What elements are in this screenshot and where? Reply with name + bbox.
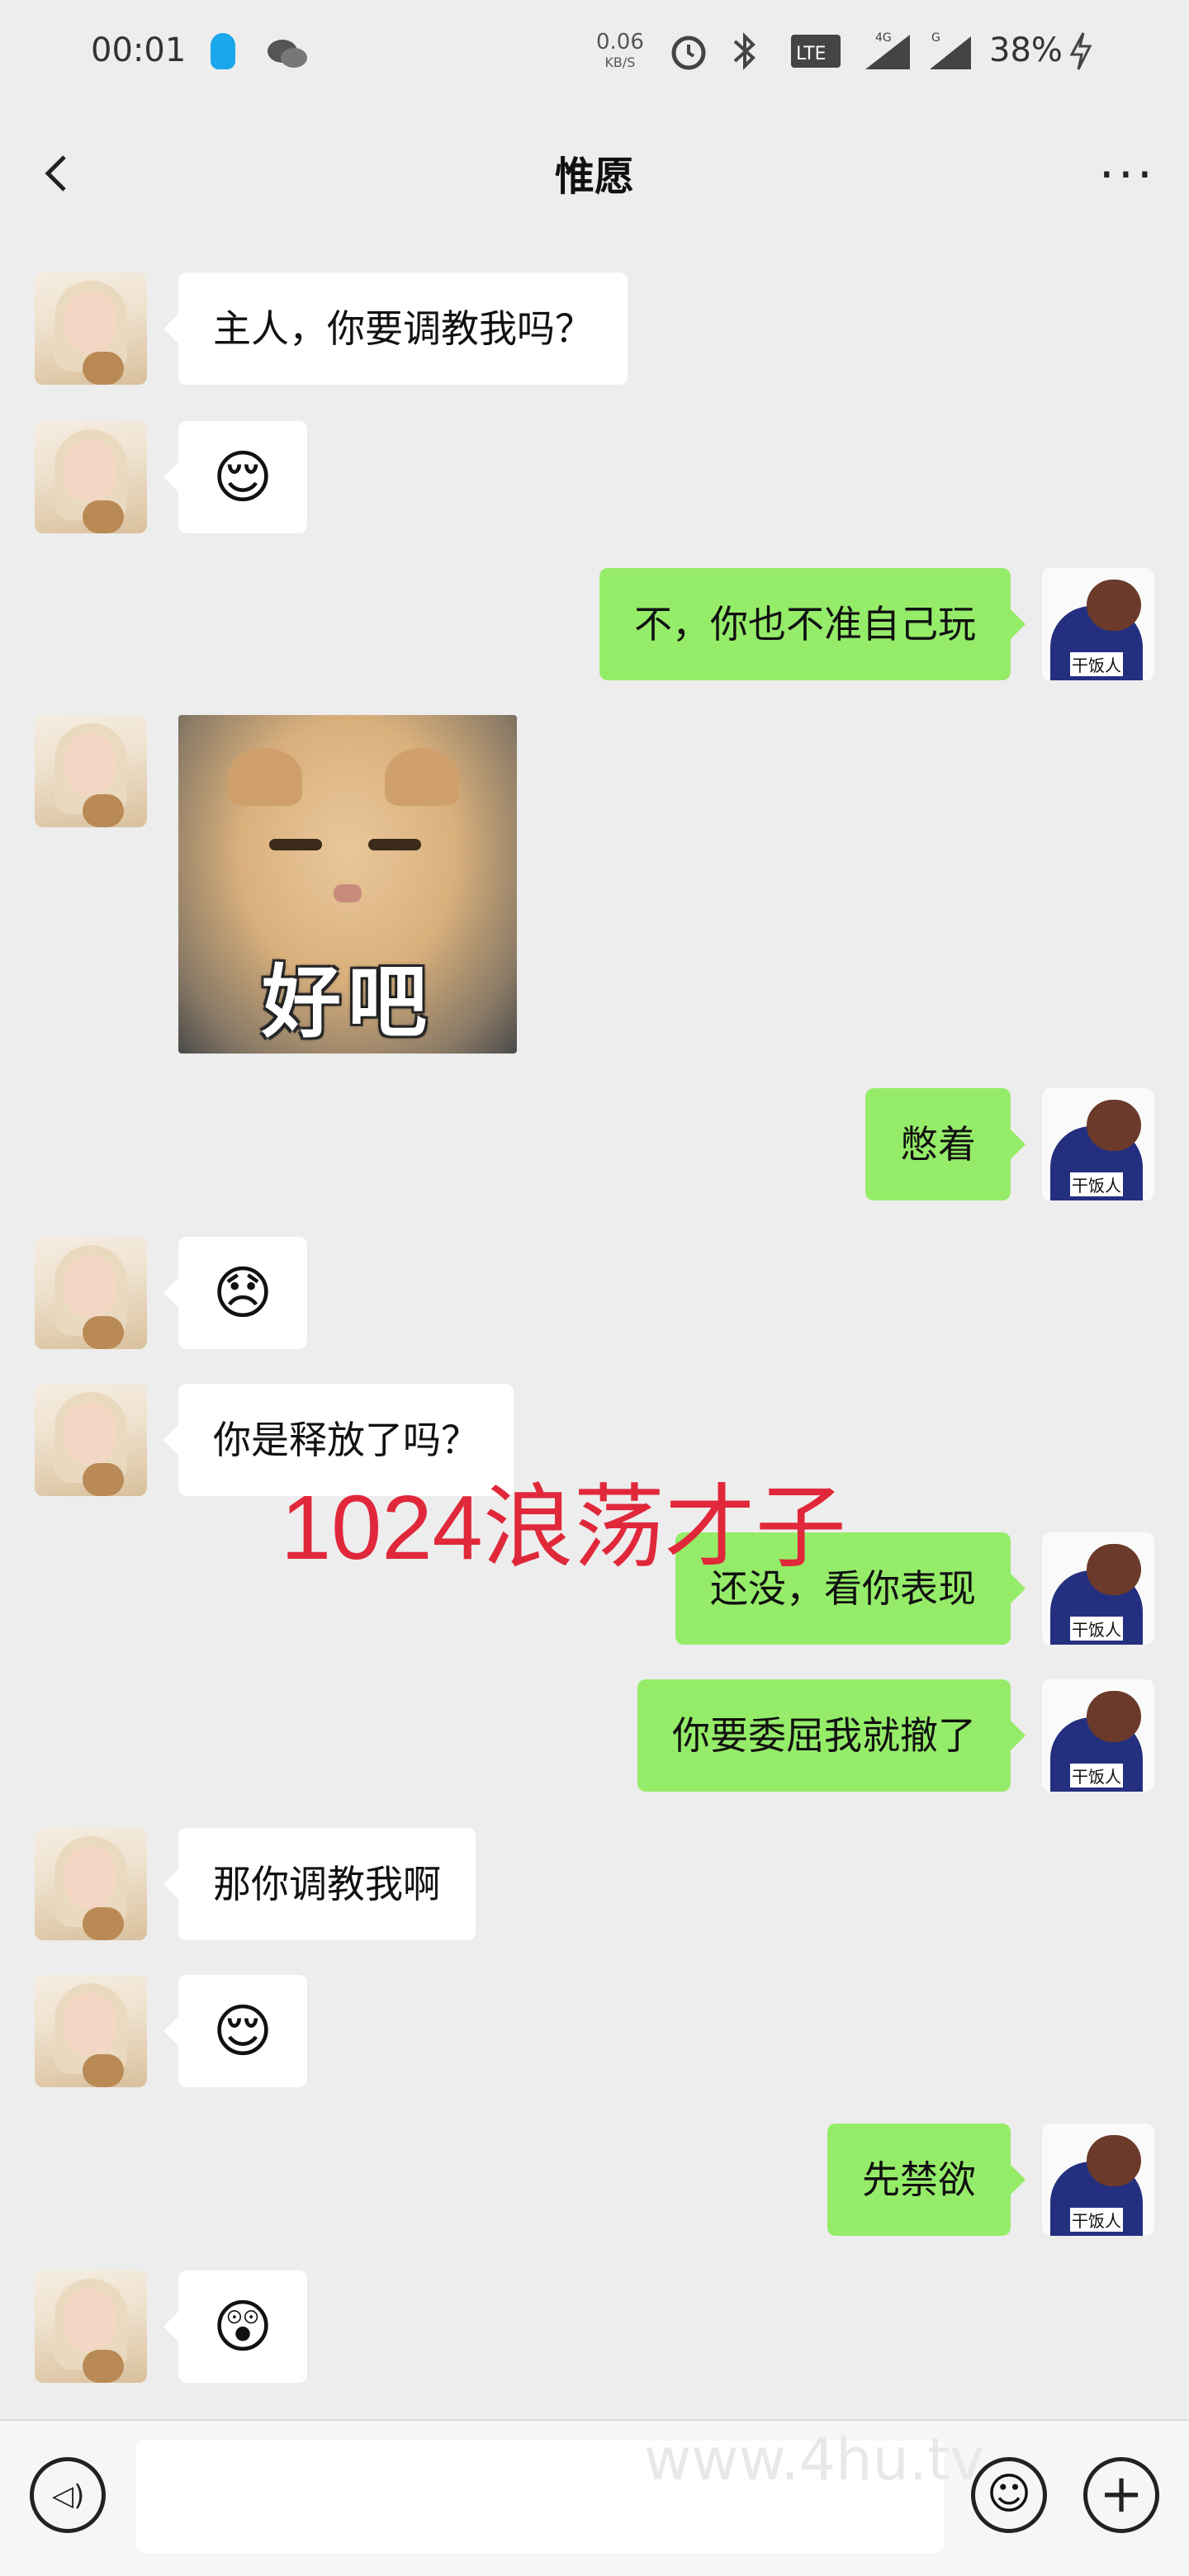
svg-text:LTE: LTE — [796, 44, 827, 64]
input-watermark: www.4hu.tv — [644, 2426, 984, 2493]
my-avatar[interactable]: 干饭人 — [1042, 1679, 1154, 1792]
back-arrow-icon[interactable] — [33, 149, 83, 198]
contact-avatar[interactable] — [35, 1975, 147, 2087]
message-bubble[interactable]: 那你调教我啊 — [163, 1828, 476, 1940]
volte-icon: LTE — [791, 35, 841, 68]
emoji-icon[interactable]: ☺ — [971, 2457, 1047, 2533]
battery-level: 38% — [989, 31, 1063, 69]
my-avatar[interactable]: 干饭人 — [1042, 1532, 1154, 1645]
signal-g-icon: G — [930, 31, 971, 69]
contact-avatar[interactable] — [35, 1237, 147, 1349]
emoji-message[interactable]: 😞 — [163, 1237, 307, 1349]
more-options-icon[interactable]: ··· — [1099, 150, 1156, 200]
qq-icon — [211, 33, 235, 69]
contact-avatar[interactable] — [35, 1384, 147, 1496]
voice-icon[interactable]: ◁) — [30, 2457, 106, 2533]
emoji-message[interactable]: 😌 — [163, 1975, 307, 2087]
contact-avatar[interactable] — [35, 272, 147, 385]
chat-title: 惟愿 — [554, 154, 634, 200]
contact-avatar[interactable] — [35, 715, 147, 827]
my-avatar[interactable]: 干饭人 — [1042, 2124, 1154, 2236]
cat-sticker[interactable]: 好吧 — [178, 715, 517, 1054]
signal-4g-icon: 4G — [865, 31, 910, 69]
my-avatar[interactable]: 干饭人 — [1042, 568, 1154, 680]
input-bar: ◁) www.4hu.tv ☺ + — [0, 2419, 1189, 2576]
chat-header: 惟愿 ··· — [0, 107, 1189, 239]
message-bubble[interactable]: 不，你也不准自己玩 — [599, 568, 1026, 680]
emoji-message[interactable]: 😌 — [163, 421, 307, 533]
message-bubble[interactable]: 先禁欲 — [827, 2124, 1026, 2236]
contact-avatar[interactable] — [35, 1828, 147, 1940]
emoji-message[interactable]: 😲 — [163, 2271, 307, 2383]
svg-text:4G: 4G — [875, 31, 892, 45]
sticker-caption: 好吧 — [262, 956, 433, 1049]
alarm-icon — [671, 36, 706, 70]
watermark-text: 1024浪荡才子 — [281, 1477, 846, 1579]
contact-avatar[interactable] — [35, 421, 147, 533]
plus-icon[interactable]: + — [1083, 2457, 1159, 2533]
status-bar: 00:01 0.06 KB/S LTE 4G G 38% — [0, 0, 1189, 107]
charging-icon — [1069, 32, 1092, 70]
wechat-icon — [268, 40, 307, 68]
message-bubble[interactable]: 你要委屈我就撤了 — [637, 1679, 1026, 1792]
bluetooth-icon — [733, 32, 756, 70]
message-bubble[interactable]: 主人，你要调教我吗？ — [163, 272, 628, 385]
net-speed: 0.06 KB/S — [596, 30, 644, 70]
message-bubble[interactable]: 憋着 — [865, 1088, 1026, 1200]
contact-avatar[interactable] — [35, 2271, 147, 2383]
svg-text:G: G — [931, 31, 940, 45]
status-time: 00:01 — [91, 31, 187, 69]
my-avatar[interactable]: 干饭人 — [1042, 1088, 1154, 1200]
